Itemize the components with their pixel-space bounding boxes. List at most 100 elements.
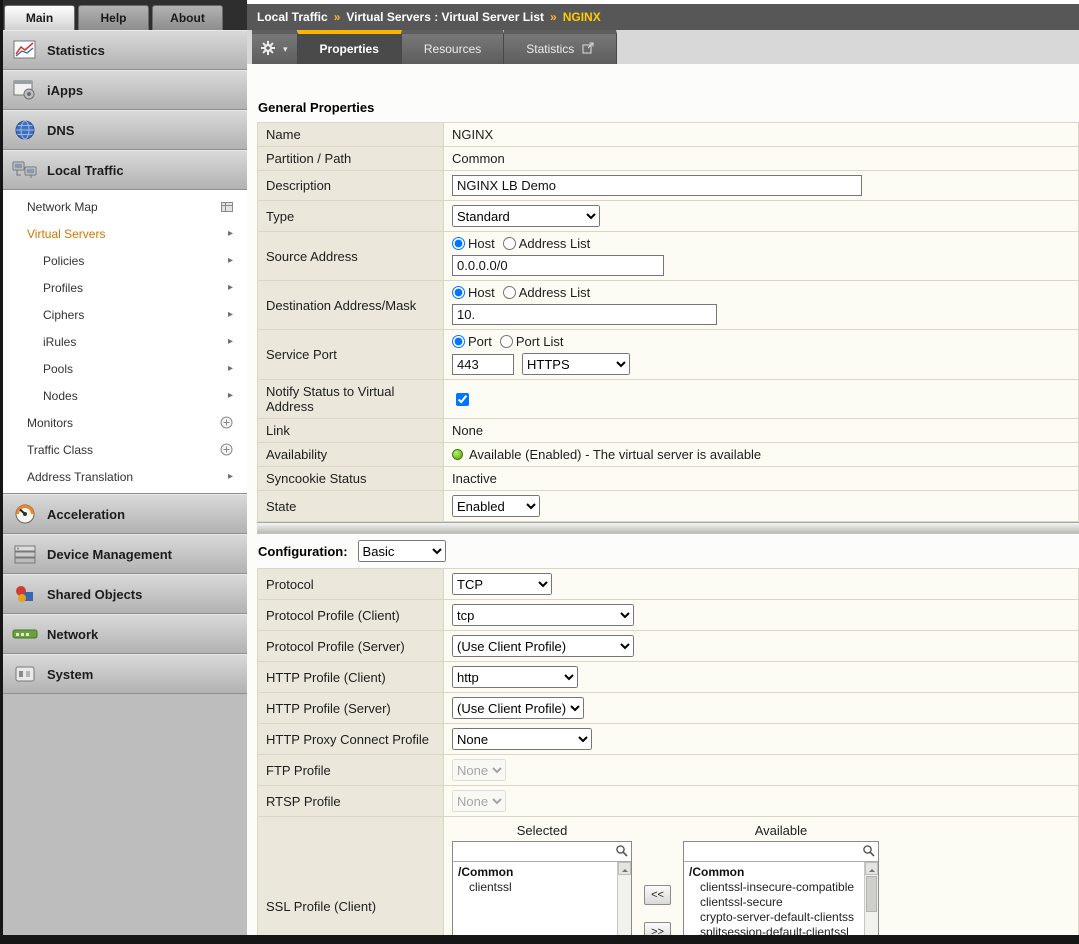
service-port-select[interactable]: HTTPS: [522, 353, 630, 375]
protocol-label: Protocol: [258, 569, 444, 600]
http-profile-client-select[interactable]: http: [452, 666, 578, 688]
sidebar-item-network-map[interactable]: Network Map: [3, 193, 247, 220]
move-to-available-button[interactable]: >>: [644, 922, 671, 936]
protocol-profile-client-select[interactable]: tcp: [452, 604, 634, 626]
move-buttons: << >>: [644, 823, 671, 936]
protocol-select[interactable]: TCP: [452, 573, 552, 595]
breadcrumb-separator-icon: »: [334, 10, 341, 24]
list-item[interactable]: clientssl-secure: [689, 895, 862, 910]
notify-status-label: Notify Status to Virtual Address: [258, 380, 444, 419]
breadcrumb-root[interactable]: Local Traffic: [257, 10, 328, 24]
scroll-track[interactable]: [618, 875, 631, 936]
row-partition: Partition / Path Common: [258, 147, 1079, 171]
scrollbar[interactable]: [864, 862, 878, 936]
sidebar-item-virtual-servers[interactable]: Virtual Servers ▸: [3, 220, 247, 247]
chevron-right-icon: ▸: [228, 391, 233, 401]
row-ftp-profile: FTP Profile None: [258, 755, 1079, 786]
type-select[interactable]: Standard: [452, 205, 600, 227]
list-item[interactable]: clientssl: [458, 880, 615, 895]
network-map-action-icon[interactable]: [221, 202, 233, 212]
sidebar-item-pools[interactable]: Pools ▸: [3, 355, 247, 382]
destination-address-list-radio[interactable]: [503, 286, 516, 299]
breadcrumb-separator-icon: »: [550, 10, 557, 24]
port-option: Port: [452, 334, 492, 349]
row-http-profile-server: HTTP Profile (Server) (Use Client Profil…: [258, 693, 1079, 724]
selected-list[interactable]: /Common clientssl: [453, 862, 617, 936]
radio-label: Address List: [519, 236, 591, 251]
sidebar-item-nodes[interactable]: Nodes ▸: [3, 382, 247, 409]
link-value: None: [444, 419, 1079, 443]
sidebar-item-policies[interactable]: Policies ▸: [3, 247, 247, 274]
radio-label: Address List: [519, 285, 591, 300]
sidebar-item-device-management[interactable]: Device Management: [3, 534, 247, 574]
configuration-mode-select[interactable]: Basic: [358, 540, 446, 562]
circle-plus-icon[interactable]: [220, 443, 233, 456]
source-address-list-radio[interactable]: [503, 237, 516, 250]
sidebar-item-acceleration[interactable]: Acceleration: [3, 494, 247, 534]
sidebar-item-irules[interactable]: iRules ▸: [3, 328, 247, 355]
selected-header: Selected: [452, 823, 632, 838]
tab-resources[interactable]: Resources: [402, 30, 504, 64]
http-proxy-connect-select[interactable]: None: [452, 728, 592, 750]
available-search-input[interactable]: [684, 844, 862, 860]
tab-help[interactable]: Help: [78, 5, 149, 30]
source-address-input[interactable]: [452, 255, 664, 276]
sidebar-item-system[interactable]: System: [3, 654, 247, 694]
available-list[interactable]: /Common clientssl-insecure-compatible cl…: [684, 862, 864, 936]
scroll-up-icon[interactable]: [618, 862, 631, 875]
partition-label: Partition / Path: [258, 147, 444, 171]
move-to-selected-button[interactable]: <<: [644, 885, 671, 905]
selected-listbox: /Common clientssl: [452, 841, 632, 936]
tab-properties[interactable]: Properties: [298, 30, 402, 64]
scrollbar[interactable]: [617, 862, 631, 936]
selected-search: [453, 842, 631, 862]
sidebar-item-ciphers[interactable]: Ciphers ▸: [3, 301, 247, 328]
sidebar-item-label: System: [47, 667, 93, 682]
configuration-header: Configuration: Basic: [257, 534, 1079, 568]
row-http-proxy-connect: HTTP Proxy Connect Profile None: [258, 724, 1079, 755]
destination-address-input[interactable]: [452, 304, 717, 325]
chevron-right-icon: ▸: [228, 310, 233, 320]
section-divider: [257, 522, 1079, 534]
circle-plus-icon[interactable]: [220, 416, 233, 429]
sidebar-item-monitors[interactable]: Monitors: [3, 409, 247, 436]
sidebar-item-traffic-class[interactable]: Traffic Class: [3, 436, 247, 463]
sidebar-item-shared-objects[interactable]: Shared Objects: [3, 574, 247, 614]
selected-search-input[interactable]: [453, 844, 615, 860]
sidebar-item-iapps[interactable]: iApps: [3, 70, 247, 110]
sidebar-item-local-traffic[interactable]: Local Traffic: [3, 150, 247, 190]
state-select[interactable]: Enabled: [452, 495, 540, 517]
submenu-label: Virtual Servers: [27, 227, 105, 241]
protocol-profile-server-select[interactable]: (Use Client Profile): [452, 635, 634, 657]
link-label: Link: [258, 419, 444, 443]
source-host-radio[interactable]: [452, 237, 465, 250]
scroll-thumb[interactable]: [866, 876, 877, 912]
tab-main[interactable]: Main: [4, 5, 75, 30]
scroll-up-icon[interactable]: [865, 862, 878, 875]
breadcrumb-middle[interactable]: Virtual Servers : Virtual Server List: [346, 10, 544, 24]
tab-statistics[interactable]: Statistics: [504, 30, 617, 64]
destination-host-radio[interactable]: [452, 286, 465, 299]
radio-label: Host: [468, 236, 495, 251]
scroll-track[interactable]: [865, 875, 878, 936]
http-proxy-connect-label: HTTP Proxy Connect Profile: [258, 724, 444, 755]
sidebar-item-address-translation[interactable]: Address Translation ▸: [3, 463, 247, 490]
service-port-input[interactable]: [452, 354, 514, 375]
tab-about[interactable]: About: [152, 5, 223, 30]
list-item[interactable]: clientssl-insecure-compatible: [689, 880, 862, 895]
list-item[interactable]: crypto-server-default-clientss: [689, 910, 862, 925]
sidebar-item-network[interactable]: Network: [3, 614, 247, 654]
row-notify-status: Notify Status to Virtual Address: [258, 380, 1079, 419]
description-input[interactable]: [452, 175, 862, 196]
notify-status-checkbox[interactable]: [456, 393, 469, 406]
sidebar-item-statistics[interactable]: Statistics: [3, 30, 247, 70]
http-profile-server-select[interactable]: (Use Client Profile): [452, 697, 584, 719]
general-properties-title: General Properties: [258, 100, 1079, 115]
sidebar-item-profiles[interactable]: Profiles ▸: [3, 274, 247, 301]
sidebar-item-dns[interactable]: DNS: [3, 110, 247, 150]
tab-options-gear[interactable]: ▾: [252, 30, 298, 64]
port-list-radio[interactable]: [500, 335, 513, 348]
row-description: Description: [258, 171, 1079, 201]
ssl-profile-client-label: SSL Profile (Client): [258, 817, 444, 937]
port-radio[interactable]: [452, 335, 465, 348]
